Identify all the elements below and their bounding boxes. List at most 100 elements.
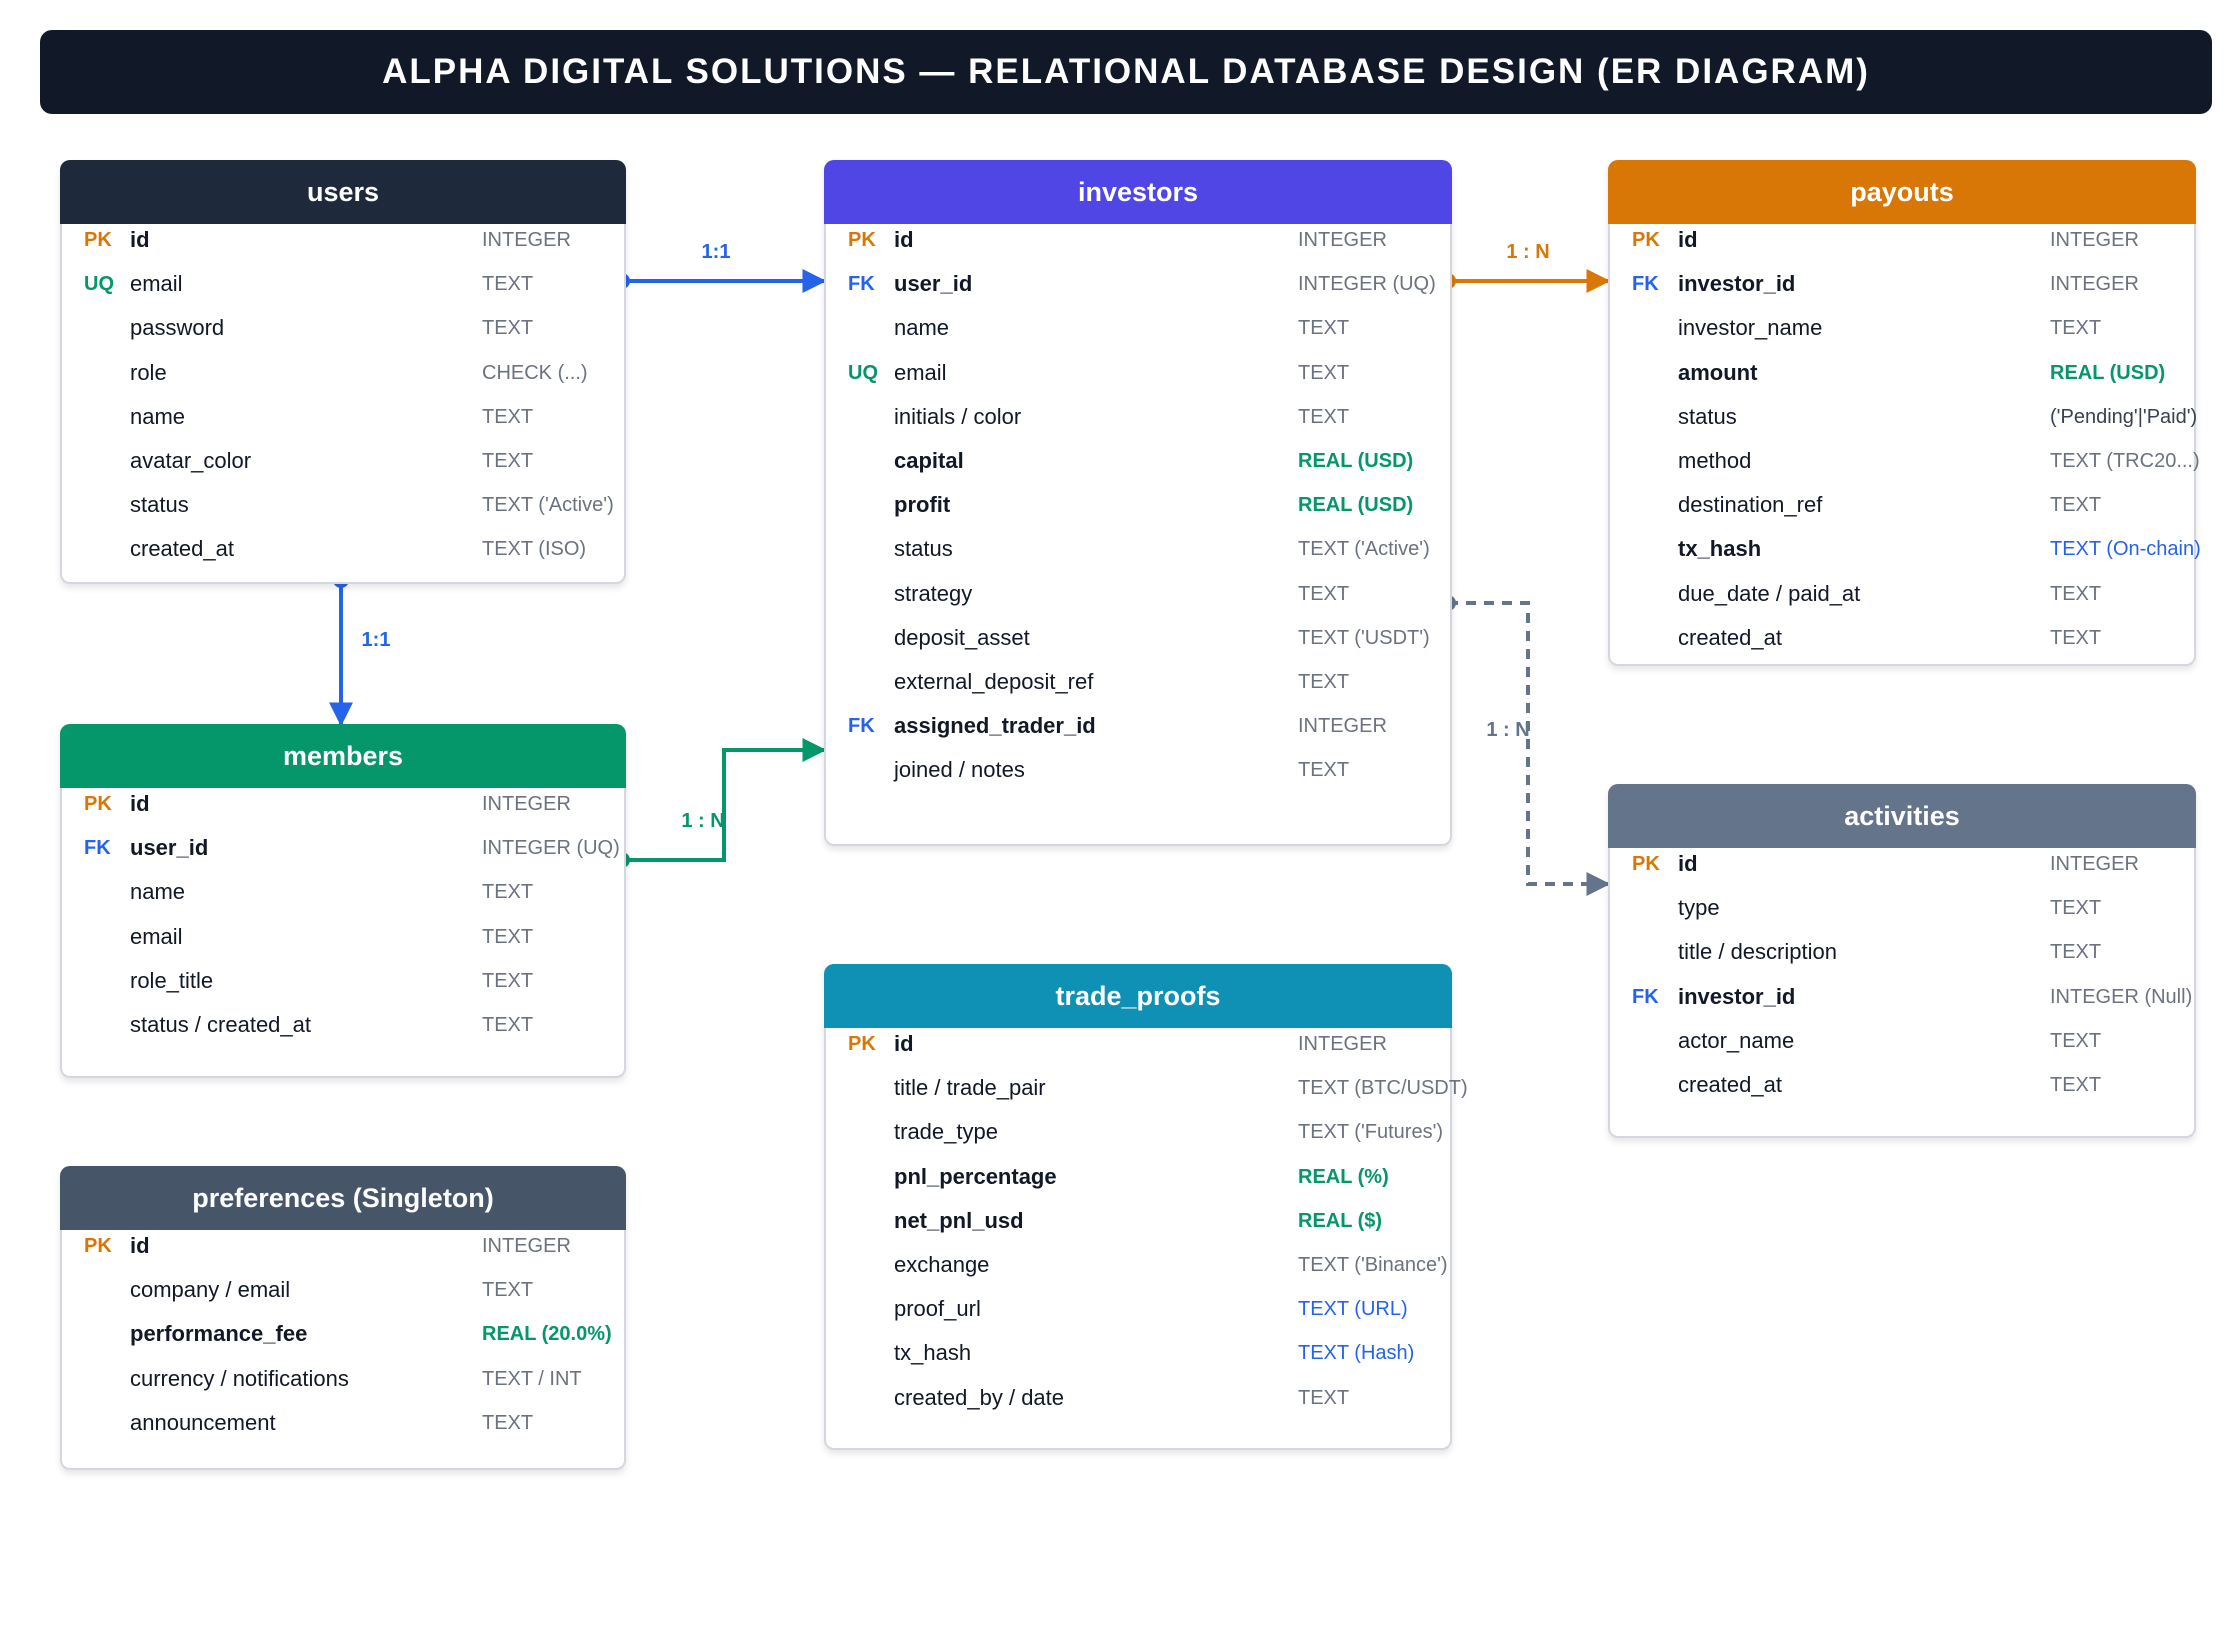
field-type: INTEGER (UQ): [482, 837, 620, 860]
field-row: announcement TEXT: [62, 1405, 624, 1441]
table-members: members PK id INTEGER FK user_id INTEGER (UQ) n…: [60, 724, 626, 1078]
table-header: payouts: [1608, 160, 2196, 224]
field-row: password TEXT: [62, 310, 624, 346]
field-name: amount: [1678, 359, 1758, 385]
table-activities: activities PK id INTEGER type TEXT title / des…: [1608, 784, 2196, 1138]
field-name: announcement: [130, 1409, 276, 1435]
field-type: CHECK (...): [482, 361, 588, 384]
field-type: INTEGER: [2050, 273, 2139, 296]
field-row: net_pnl_usd REAL ($): [826, 1203, 1450, 1239]
field-key-badge: PK: [848, 1033, 876, 1055]
field-type: TEXT: [482, 1279, 534, 1302]
field-name: performance_fee: [130, 1321, 308, 1347]
field-name: name: [894, 315, 950, 341]
field-type: TEXT: [1298, 317, 1350, 340]
field-name: status / created_at: [130, 1012, 311, 1037]
field-type: INTEGER: [482, 229, 571, 251]
relationship-users-investors: 1:1: [614, 241, 827, 293]
field-type: TEXT: [2050, 941, 2102, 964]
field-type: TEXT: [1298, 671, 1350, 693]
table-header: investors: [824, 160, 1452, 224]
field-type: REAL (USD): [2050, 361, 2166, 384]
field-name: role: [130, 359, 167, 385]
field-name: user_id: [130, 835, 209, 861]
field-name: trade_type: [894, 1119, 998, 1145]
field-row: status TEXT ('Active'): [62, 487, 624, 523]
field-row: PK id INTEGER: [1610, 846, 2194, 882]
field-type: TEXT: [482, 405, 534, 428]
field-key-badge: PK: [848, 229, 876, 251]
field-name: role_title: [130, 967, 214, 993]
field-type: INTEGER (Null): [2050, 985, 2193, 1008]
field-row: company / email TEXT: [62, 1272, 624, 1308]
field-row: capital REAL (USD): [826, 443, 1450, 479]
field-row: FK user_id INTEGER (UQ): [826, 266, 1450, 302]
field-type: REAL (USD): [1298, 494, 1414, 517]
table-investors: investors PK id INTEGER FK user_id INTEGER (UQ…: [824, 160, 1452, 846]
field-row: FK investor_id INTEGER (Null): [1610, 979, 2194, 1015]
field-name: investor_id: [1678, 271, 1796, 297]
field-row: title / description TEXT: [1610, 934, 2194, 970]
table-trade-proofs: trade_proofs PK id INTEGER title / trade_pai…: [824, 964, 1468, 1450]
field-row: amount REAL (USD): [1610, 355, 2194, 391]
field-type: REAL (20.0%): [482, 1323, 612, 1346]
field-row: PK id INTEGER: [826, 1026, 1450, 1062]
field-row: FK assigned_trader_id INTEGER: [826, 708, 1450, 744]
field-row: performance_fee REAL (20.0%): [62, 1316, 624, 1352]
connector-line: [622, 738, 827, 862]
field-name: capital: [894, 448, 964, 473]
field-name: id: [1678, 851, 1698, 876]
field-name: method: [1678, 448, 1752, 473]
field-row: due_date / paid_at TEXT: [1610, 576, 2194, 612]
field-name: id: [1678, 227, 1698, 252]
field-row: type TEXT: [1610, 890, 2194, 926]
field-type: TEXT: [1298, 1386, 1350, 1409]
field-name: due_date / paid_at: [1678, 580, 1861, 606]
field-row: status / created_at TEXT: [62, 1007, 624, 1043]
field-type: TEXT: [2050, 1074, 2102, 1096]
field-type: INTEGER: [1298, 229, 1387, 251]
field-type: TEXT (TRC20...): [2050, 450, 2200, 472]
field-name: joined / notes: [894, 757, 1025, 783]
table-preferences: preferences (Singleton) PK id INTEGER compan…: [60, 1166, 626, 1470]
field-row: PK id INTEGER: [62, 786, 624, 822]
field-row: pnl_percentage REAL (%): [826, 1159, 1450, 1195]
field-row: trade_type TEXT ('Futures'): [826, 1114, 1450, 1150]
field-row: tx_hash TEXT (On-chain): [1610, 531, 2201, 567]
field-name: email: [130, 271, 183, 297]
field-row: FK user_id INTEGER (UQ): [62, 830, 624, 866]
field-row: PK id INTEGER: [62, 1228, 624, 1264]
field-name: status: [894, 536, 953, 562]
field-name: assigned_trader_id: [894, 713, 1096, 739]
field-row: external_deposit_ref TEXT: [826, 664, 1450, 700]
field-row: actor_name TEXT: [1610, 1023, 2194, 1059]
field-row: initials / color TEXT: [826, 399, 1450, 435]
field-row: role_title TEXT: [62, 963, 624, 999]
field-row: status TEXT ('Active'): [826, 531, 1450, 567]
field-row: destination_ref TEXT: [1610, 487, 2194, 523]
field-row: proof_url TEXT (URL): [826, 1291, 1450, 1327]
field-name: exchange: [894, 1252, 990, 1277]
field-row: investor_name TEXT: [1610, 310, 2194, 346]
field-row: joined / notes TEXT: [826, 752, 1450, 788]
field-type: TEXT: [482, 881, 534, 904]
field-type: REAL (USD): [1298, 450, 1414, 472]
field-name: created_by / date: [894, 1384, 1065, 1410]
field-row: email TEXT: [62, 919, 624, 955]
field-name: email: [894, 359, 947, 385]
field-key-badge: FK: [848, 273, 875, 296]
field-name: proof_url: [894, 1296, 981, 1322]
field-type: INTEGER: [482, 1235, 571, 1257]
field-type: TEXT: [2050, 582, 2102, 605]
field-row: profit REAL (USD): [826, 487, 1450, 523]
field-type: INTEGER: [1298, 1033, 1387, 1055]
field-row: status ('Pending'|'Paid'): [1610, 399, 2197, 435]
relationship-members-investors: 1 : N: [614, 738, 827, 868]
field-type: TEXT (ISO): [482, 538, 587, 561]
field-type: TEXT: [482, 273, 534, 296]
field-row: avatar_color TEXT: [62, 443, 624, 479]
field-row: FK investor_id INTEGER: [1610, 266, 2194, 302]
field-row: PK id INTEGER: [62, 222, 624, 258]
field-row: name TEXT: [62, 874, 624, 910]
field-name: name: [130, 879, 186, 905]
